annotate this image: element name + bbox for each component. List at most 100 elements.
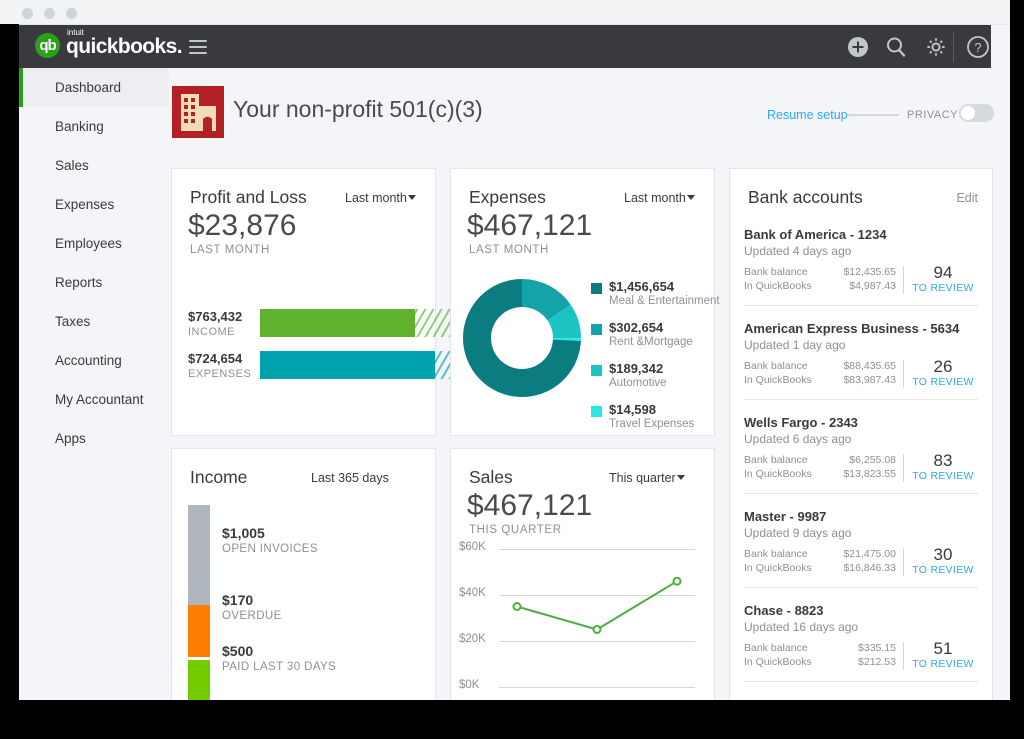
bank-account-row[interactable]: Bank of America - 1234Updated 4 days ago… [744, 227, 978, 294]
in-quickbooks-value: $83,987.43 [843, 374, 896, 386]
income-category: PAID LAST 30 DAYS [222, 661, 336, 673]
privacy-toggle[interactable] [959, 104, 994, 122]
bank-account-updated: Updated 6 days ago [744, 432, 978, 446]
sidebar-item-apps[interactable]: Apps [19, 419, 169, 458]
qb-mark-icon: qb [35, 33, 60, 58]
building-icon [172, 86, 224, 138]
in-quickbooks-label: In QuickBooks [744, 280, 812, 292]
pl-period: LAST MONTH [190, 244, 270, 256]
income-range-label[interactable]: Last 365 days [311, 471, 389, 485]
quickbooks-logo[interactable]: qb intuit quickbooks. [35, 33, 182, 58]
to-review-count: 26 [908, 357, 978, 377]
sidebar-item-label: Expenses [55, 197, 114, 212]
sidebar-item-taxes[interactable]: Taxes [19, 302, 169, 341]
window-titlebar [0, 0, 1010, 25]
main-content: Your non-profit 501(c)(3) Resume setup P… [169, 68, 991, 700]
content-right-edge [991, 25, 1010, 700]
expenses-donut-chart [463, 279, 581, 402]
in-quickbooks-value: $212.53 [858, 656, 896, 668]
to-review-link[interactable]: TO REVIEW [908, 282, 978, 294]
bank-account-separator [744, 493, 978, 494]
legend-amount: $14,598 [609, 402, 656, 417]
legend-amount: $302,654 [609, 320, 663, 335]
to-review-link[interactable]: TO REVIEW [908, 470, 978, 482]
income-segment-paid [188, 660, 210, 700]
in-quickbooks-label: In QuickBooks [744, 374, 812, 386]
bank-accounts-edit-button[interactable]: Edit [956, 191, 978, 205]
to-review-link[interactable]: TO REVIEW [908, 376, 978, 388]
sidebar-item-label: Dashboard [55, 80, 121, 95]
sidebar-item-expenses[interactable]: Expenses [19, 185, 169, 224]
income-segment-open-invoices [188, 505, 210, 605]
expenses-card: Expenses Last month $467,121 LAST MONTH [450, 168, 715, 436]
card-title: Expenses [469, 187, 546, 208]
legend-amount: $189,342 [609, 361, 663, 376]
bank-account-row[interactable]: American Express Business - 5634Updated … [744, 321, 978, 388]
card-title: Profit and Loss [190, 187, 307, 208]
top-navigation-bar: qb intuit quickbooks. [19, 25, 1010, 68]
hamburger-icon[interactable] [189, 40, 207, 54]
legend-swatch [591, 406, 602, 417]
sidebar-item-dashboard[interactable]: Dashboard [19, 68, 169, 107]
bank-balance-label: Bank balance [744, 266, 808, 278]
sidebar-item-sales[interactable]: Sales [19, 146, 169, 185]
bank-balance-label: Bank balance [744, 642, 808, 654]
income-segment-overdue [188, 605, 210, 657]
bank-account-row[interactable]: Chase - 8823Updated 16 days agoBank bala… [744, 603, 978, 670]
setup-progress-line [847, 114, 899, 116]
income-category: OPEN INVOICES [222, 543, 318, 555]
sales-card: Sales This quarter $467,121 THIS QUARTER… [450, 448, 715, 700]
sales-series [451, 449, 714, 700]
legend-swatch [591, 365, 602, 376]
sidebar-item-label: My Accountant [55, 392, 144, 407]
income-amount: $170 [222, 592, 282, 608]
bank-account-row[interactable]: Wells Fargo - 2343Updated 6 days agoBank… [744, 415, 978, 482]
sidebar-item-accounting[interactable]: Accounting [19, 341, 169, 380]
sidebar-item-employees[interactable]: Employees [19, 224, 169, 263]
sidebar-item-label: Apps [55, 431, 86, 446]
pl-range-selector[interactable]: Last month [345, 191, 416, 205]
pl-income-row: $763,432 INCOME [188, 309, 242, 338]
sidebar-item-reports[interactable]: Reports [19, 263, 169, 302]
expenses-range-selector[interactable]: Last month [624, 191, 695, 205]
to-review-link[interactable]: TO REVIEW [908, 564, 978, 576]
bank-account-updated: Updated 9 days ago [744, 526, 978, 540]
svg-text:?: ? [974, 40, 981, 55]
bank-account-separator [744, 681, 978, 682]
card-title: Income [190, 467, 247, 488]
bank-account-separator [744, 587, 978, 588]
search-icon[interactable] [884, 35, 908, 59]
bank-account-updated: Updated 1 day ago [744, 338, 978, 352]
pl-amount: $23,876 [188, 209, 296, 243]
pl-income-label: INCOME [188, 326, 242, 338]
app-window: qb intuit quickbooks. [0, 0, 1010, 700]
legend-category: Meal & Entertainment [609, 295, 720, 307]
profit-and-loss-card: Profit and Loss Last month $23,876 LAST … [171, 168, 436, 436]
add-icon[interactable] [846, 35, 870, 59]
in-quickbooks-label: In QuickBooks [744, 468, 812, 480]
gear-icon[interactable] [924, 35, 948, 59]
sidebar-item-banking[interactable]: Banking [19, 107, 169, 146]
bank-account-updated: Updated 4 days ago [744, 244, 978, 258]
to-review-count: 94 [908, 263, 978, 283]
window-dot-maximize[interactable] [66, 8, 77, 19]
in-quickbooks-value: $13,823.55 [843, 468, 896, 480]
legend-swatch [591, 324, 602, 335]
bank-account-row[interactable]: Master - 9987Updated 9 days agoBank bala… [744, 509, 978, 576]
in-quickbooks-value: $4,987.43 [849, 280, 896, 292]
window-dot-close[interactable] [22, 8, 33, 19]
income-card: Income Last 365 days $1,005 OPEN INVOICE… [171, 448, 436, 700]
bank-account-name: Chase - 8823 [744, 603, 978, 618]
privacy-label: PRIVACY [907, 109, 958, 121]
privacy-toggle-knob [961, 106, 975, 120]
help-icon[interactable]: ? [966, 35, 990, 59]
bank-balance-label: Bank balance [744, 454, 808, 466]
to-review-link[interactable]: TO REVIEW [908, 658, 978, 670]
sidebar-item-my-accountant[interactable]: My Accountant [19, 380, 169, 419]
row-divider [903, 548, 904, 576]
resume-setup-link[interactable]: Resume setup [767, 108, 848, 122]
window-dot-minimize[interactable] [44, 8, 55, 19]
bank-account-name: Master - 9987 [744, 509, 978, 524]
legend-category: Rent &Mortgage [609, 336, 693, 348]
income-item: $1,005 OPEN INVOICES [222, 525, 318, 555]
